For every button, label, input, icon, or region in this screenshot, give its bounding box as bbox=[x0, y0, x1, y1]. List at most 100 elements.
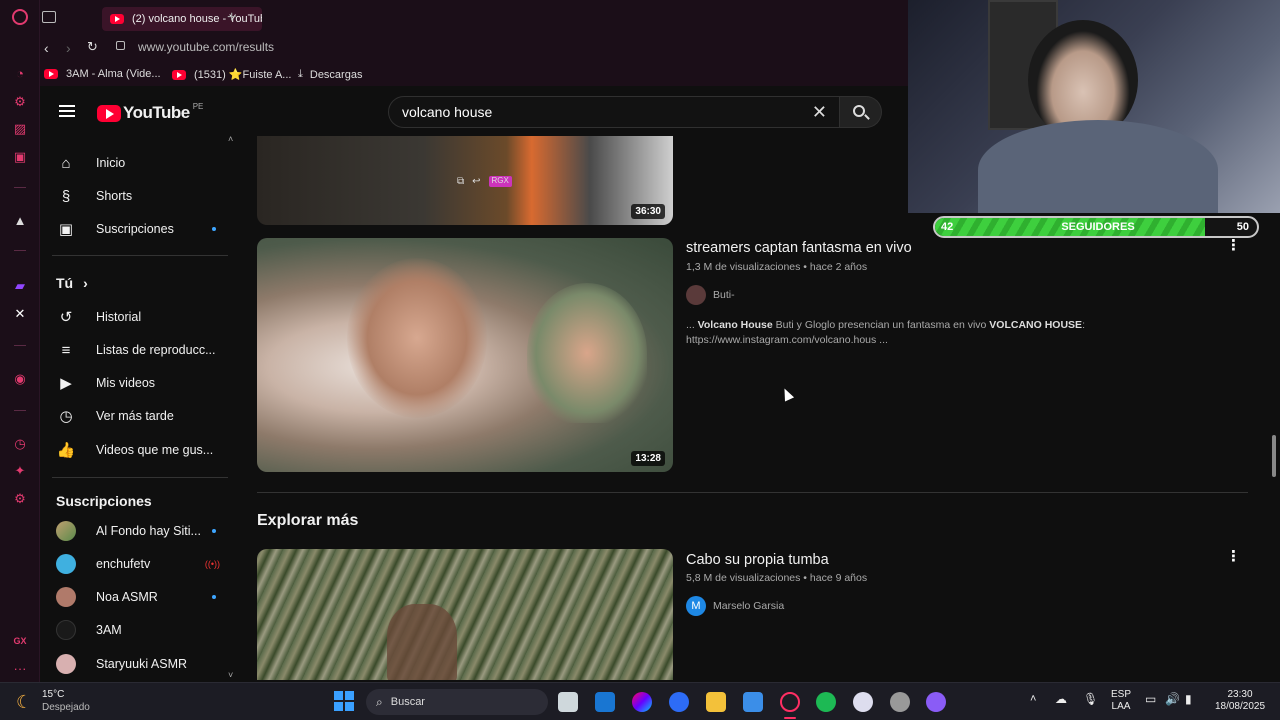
guide-item-ver-mas-tarde[interactable]: ◷ Ver más tarde bbox=[56, 401, 236, 431]
scroll-down-icon[interactable]: ˅ bbox=[228, 670, 233, 680]
subscriptions-icon: ▣ bbox=[58, 221, 74, 238]
aria-icon[interactable]: ▲ bbox=[11, 212, 29, 230]
sub-item[interactable]: enchufetv ((•)) bbox=[56, 549, 236, 579]
windows-start-icon[interactable] bbox=[334, 691, 354, 711]
video-title[interactable]: Cabo su propia tumba bbox=[686, 552, 829, 568]
video-thumbnail[interactable] bbox=[257, 549, 673, 680]
more-actions-icon[interactable]: ⋮ bbox=[1226, 236, 1241, 254]
gx-corner-icon[interactable]: ▨ bbox=[11, 120, 29, 138]
follower-goal-bar: 42 SEGUIDORES 50 bbox=[933, 216, 1259, 238]
opera-logo-icon[interactable] bbox=[12, 9, 28, 25]
bookmark-item[interactable]: 3AM - Alma (Vide... bbox=[44, 68, 161, 80]
extensions-icon[interactable]: ✦ bbox=[11, 462, 29, 480]
guide-sidebar: ˄ ⌂ Inicio § Shorts ▣ Suscripciones Tú ›… bbox=[40, 134, 240, 682]
avatar bbox=[56, 654, 76, 674]
guide-you-heading[interactable]: Tú › bbox=[56, 268, 236, 298]
taskbar-search[interactable]: ⌕ Buscar bbox=[366, 689, 548, 715]
thumbnail-overlay-icons: ⧉ ↩ RGX bbox=[457, 176, 512, 187]
guide-item-historial[interactable]: ↺ Historial bbox=[56, 302, 236, 332]
weather-temp[interactable]: 15°C bbox=[42, 689, 64, 700]
task-view-icon[interactable] bbox=[558, 692, 578, 712]
more-icon[interactable]: ··· bbox=[11, 660, 29, 678]
guide-item-liked[interactable]: 👍 Videos que me gus... bbox=[56, 435, 236, 465]
new-tab-button[interactable]: + bbox=[227, 9, 236, 27]
sub-item[interactable]: Al Fondo hay Siti... bbox=[56, 516, 236, 546]
sub-item[interactable]: Noa ASMR bbox=[56, 582, 236, 612]
speed-dial-icon[interactable]: ◔ bbox=[11, 65, 29, 83]
video-thumbnail[interactable]: 13:28 bbox=[257, 238, 673, 472]
copilot-icon[interactable] bbox=[632, 692, 652, 712]
editor-icon[interactable] bbox=[743, 692, 763, 712]
video-title[interactable]: streamers captan fantasma en vivo bbox=[686, 240, 912, 256]
music-player-icon[interactable]: ◉ bbox=[11, 370, 29, 388]
liked-icon: 👍 bbox=[56, 442, 76, 459]
scroll-up-icon[interactable]: ˄ bbox=[228, 134, 233, 144]
history-rail-icon[interactable]: ◷ bbox=[11, 435, 29, 453]
search-input[interactable]: volcano house ✕ bbox=[388, 96, 840, 128]
twitch-icon[interactable]: ▰ bbox=[11, 277, 29, 295]
tab-active[interactable]: (2) volcano house - YouTube bbox=[102, 7, 262, 31]
channel-link[interactable]: Buti- bbox=[686, 285, 735, 305]
channel-link[interactable]: M Marselo Garsia bbox=[686, 596, 784, 616]
spotify-icon[interactable] bbox=[816, 692, 836, 712]
zoom-icon[interactable] bbox=[669, 692, 689, 712]
url-text[interactable]: www.youtube.com/results bbox=[138, 40, 274, 54]
download-icon: ⤓ bbox=[298, 68, 303, 80]
back-icon[interactable]: ‹ bbox=[44, 40, 49, 56]
more-actions-icon[interactable]: ⋮ bbox=[1226, 547, 1241, 565]
tray-chevron-up-icon[interactable]: ˄ bbox=[1030, 693, 1036, 705]
search-value: volcano house bbox=[402, 104, 493, 120]
battery-icon[interactable]: ▮ bbox=[1185, 692, 1192, 706]
rail-divider bbox=[14, 345, 26, 346]
guide-item-playlists[interactable]: ≡ Listas de reproducc... bbox=[56, 335, 236, 365]
reload-icon[interactable]: ↻ bbox=[87, 39, 98, 55]
active-app-indicator bbox=[784, 717, 796, 719]
search-button[interactable] bbox=[840, 96, 882, 128]
chat-app-icon[interactable] bbox=[926, 692, 946, 712]
weather-moon-icon[interactable]: ☾ bbox=[16, 692, 32, 713]
gx-control-icon[interactable]: ⚙ bbox=[11, 93, 29, 111]
unread-dot bbox=[212, 227, 216, 231]
network-icon[interactable]: ▭ bbox=[1145, 692, 1156, 706]
youtube-logo[interactable]: YouTube PE bbox=[97, 102, 203, 123]
video-description: ... Volcano House Buti y Gloglo presenci… bbox=[686, 318, 1086, 348]
clock[interactable]: 23:30 18/08/2025 bbox=[1210, 689, 1270, 713]
settings-icon[interactable]: ⚙ bbox=[11, 490, 29, 508]
onedrive-icon[interactable]: ☁ bbox=[1055, 692, 1067, 706]
volume-icon[interactable]: 🔊 bbox=[1165, 692, 1180, 706]
bookmark-item[interactable]: ⤓ Descargas bbox=[298, 68, 362, 81]
messenger-icon[interactable]: ▣ bbox=[11, 148, 29, 166]
guide-item-inicio[interactable]: ⌂ Inicio bbox=[56, 148, 236, 178]
clear-search-icon[interactable]: ✕ bbox=[812, 102, 827, 123]
x-icon[interactable]: ✕ bbox=[11, 305, 29, 323]
opera-gx-icon[interactable] bbox=[780, 692, 800, 712]
video-thumbnail[interactable]: ⧉ ↩ RGX 36:30 bbox=[257, 136, 673, 225]
tab-stack-icon[interactable] bbox=[42, 11, 56, 23]
bookmark-item[interactable]: (1531) ⭐Fuiste A... bbox=[172, 68, 291, 81]
microphone-icon[interactable]: 🎙 bbox=[1083, 692, 1098, 706]
store-icon[interactable] bbox=[595, 692, 615, 712]
guide-label: Inicio bbox=[96, 156, 126, 170]
sub-item[interactable]: Staryuuki ASMR bbox=[56, 649, 236, 679]
weather-desc[interactable]: Despejado bbox=[42, 702, 90, 713]
steam-icon[interactable] bbox=[853, 692, 873, 712]
forward-icon[interactable]: › bbox=[66, 40, 71, 56]
tab-title: (2) volcano house - YouTube bbox=[132, 13, 262, 25]
obs-icon[interactable] bbox=[890, 692, 910, 712]
taskbar-search-label: Buscar bbox=[390, 696, 425, 708]
file-explorer-icon[interactable] bbox=[706, 692, 726, 712]
avatar bbox=[56, 620, 76, 640]
language-indicator[interactable]: ESP LAA bbox=[1110, 689, 1132, 713]
page-scrollbar[interactable] bbox=[1272, 435, 1276, 477]
my-videos-icon: ▶ bbox=[60, 375, 72, 392]
sub-label: Staryuuki ASMR bbox=[96, 657, 188, 671]
guide-divider bbox=[52, 477, 228, 478]
guide-item-shorts[interactable]: § Shorts bbox=[56, 181, 236, 211]
lock-icon[interactable] bbox=[116, 41, 125, 50]
sub-label: 3AM bbox=[96, 623, 122, 637]
menu-icon[interactable] bbox=[59, 105, 75, 117]
guide-item-mis-videos[interactable]: ▶ Mis videos bbox=[56, 368, 236, 398]
guide-item-suscripciones[interactable]: ▣ Suscripciones bbox=[56, 214, 236, 244]
gx-label: GX bbox=[13, 636, 27, 646]
sub-item[interactable]: 3AM bbox=[56, 615, 236, 645]
